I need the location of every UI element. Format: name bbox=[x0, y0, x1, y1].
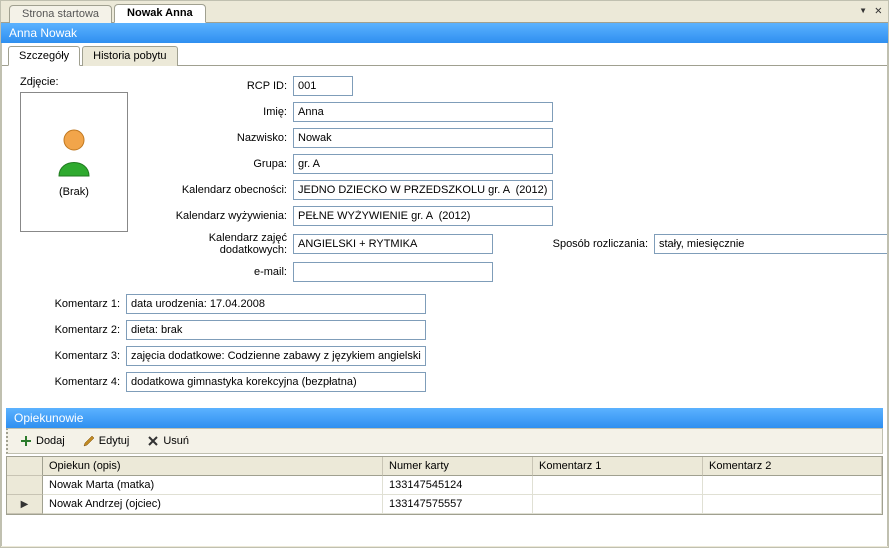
meals-calendar-label: Kalendarz wyżywienia: bbox=[152, 210, 287, 222]
last-name-label: Nazwisko: bbox=[152, 132, 287, 144]
cell-comment1 bbox=[533, 476, 703, 495]
pencil-icon bbox=[83, 435, 95, 447]
add-button[interactable]: Dodaj bbox=[16, 433, 69, 449]
guardians-header: Opiekunowie bbox=[6, 408, 883, 428]
extras-calendar-label: Kalendarz zajęć dodatkowych: bbox=[152, 232, 287, 256]
detail-tabs: Szczegóły Historia pobytu bbox=[2, 43, 887, 66]
email-input[interactable] bbox=[293, 262, 493, 282]
tab-start-page[interactable]: Strona startowa bbox=[9, 5, 112, 23]
group-label: Grupa: bbox=[152, 158, 287, 170]
comment1-label: Komentarz 1: bbox=[20, 298, 120, 310]
attendance-calendar-label: Kalendarz obecności: bbox=[152, 184, 287, 196]
table-row[interactable]: Nowak Marta (matka) 133147545124 bbox=[7, 476, 882, 495]
group-input[interactable] bbox=[293, 154, 553, 174]
tab-person[interactable]: Nowak Anna bbox=[114, 4, 206, 23]
cell-guardian: Nowak Marta (matka) bbox=[43, 476, 383, 495]
table-row[interactable]: ▶ Nowak Andrzej (ojciec) 133147575557 bbox=[7, 495, 882, 514]
comment3-label: Komentarz 3: bbox=[20, 350, 120, 362]
x-icon bbox=[147, 435, 159, 447]
delete-button-label: Usuń bbox=[163, 435, 189, 447]
comment2-input[interactable] bbox=[126, 320, 426, 340]
rcp-id-input[interactable] bbox=[293, 76, 353, 96]
window-controls: ▾ ✕ bbox=[860, 3, 882, 17]
add-button-label: Dodaj bbox=[36, 435, 65, 447]
edit-button-label: Edytuj bbox=[99, 435, 130, 447]
comment4-label: Komentarz 4: bbox=[20, 376, 120, 388]
last-name-input[interactable] bbox=[293, 128, 553, 148]
cell-comment2 bbox=[703, 476, 882, 495]
guardians-grid: Opiekun (opis) Numer karty Komentarz 1 K… bbox=[6, 456, 883, 515]
fields-column: RCP ID: Imię: Nazwisko: Grupa: bbox=[152, 76, 888, 288]
settlement-input[interactable] bbox=[654, 234, 888, 254]
delete-button[interactable]: Usuń bbox=[143, 433, 193, 449]
current-row-indicator-icon: ▶ bbox=[21, 499, 29, 510]
cell-comment2 bbox=[703, 495, 882, 514]
photo-placeholder-text: (Brak) bbox=[59, 186, 89, 198]
attendance-calendar-input[interactable] bbox=[293, 180, 553, 200]
photo-label: Zdjęcie: bbox=[20, 76, 128, 88]
comment1-input[interactable] bbox=[126, 294, 426, 314]
close-icon[interactable]: ✕ bbox=[875, 3, 882, 17]
col-header-comment2[interactable]: Komentarz 2 bbox=[703, 457, 882, 476]
guardians-toolbar: Dodaj Edytuj Usuń bbox=[6, 428, 883, 454]
plus-icon bbox=[20, 435, 32, 447]
comment4-input[interactable] bbox=[126, 372, 426, 392]
comment2-label: Komentarz 2: bbox=[20, 324, 120, 336]
extras-calendar-input[interactable] bbox=[293, 234, 493, 254]
edit-button[interactable]: Edytuj bbox=[79, 433, 134, 449]
minimize-icon[interactable]: ▾ bbox=[860, 3, 867, 17]
row-selector[interactable]: ▶ bbox=[7, 495, 43, 514]
settlement-label: Sposób rozliczania: bbox=[513, 238, 648, 250]
col-header-comment1[interactable]: Komentarz 1 bbox=[533, 457, 703, 476]
row-selector[interactable] bbox=[7, 476, 43, 495]
cell-card-number: 133147545124 bbox=[383, 476, 533, 495]
tab-details[interactable]: Szczegóły bbox=[8, 46, 80, 66]
photo-column: Zdjęcie: (Brak) bbox=[20, 76, 128, 288]
tab-history[interactable]: Historia pobytu bbox=[82, 46, 177, 66]
cell-card-number: 133147575557 bbox=[383, 495, 533, 514]
rcp-id-label: RCP ID: bbox=[152, 80, 287, 92]
comment3-input[interactable] bbox=[126, 346, 426, 366]
first-name-label: Imię: bbox=[152, 106, 287, 118]
meals-calendar-input[interactable] bbox=[293, 206, 553, 226]
details-form: Zdjęcie: (Brak) RCP ID: bbox=[2, 66, 887, 404]
first-name-input[interactable] bbox=[293, 102, 553, 122]
comments-block: Komentarz 1: Komentarz 2: Komentarz 3: K… bbox=[20, 294, 873, 392]
email-label: e-mail: bbox=[152, 266, 287, 278]
app-window: Strona startowa Nowak Anna ▾ ✕ Anna Nowa… bbox=[0, 0, 889, 548]
col-header-card-number[interactable]: Numer karty bbox=[383, 457, 533, 476]
person-icon bbox=[53, 126, 95, 178]
photo-placeholder[interactable]: (Brak) bbox=[20, 92, 128, 232]
cell-guardian: Nowak Andrzej (ojciec) bbox=[43, 495, 383, 514]
record-title-bar: Anna Nowak bbox=[1, 23, 888, 43]
grid-header-row: Opiekun (opis) Numer karty Komentarz 1 K… bbox=[7, 457, 882, 476]
window-tabs: Strona startowa Nowak Anna ▾ ✕ bbox=[1, 1, 888, 23]
grid-corner bbox=[7, 457, 43, 476]
content-area: Szczegóły Historia pobytu Zdjęcie: (Brak… bbox=[1, 43, 888, 546]
cell-comment1 bbox=[533, 495, 703, 514]
col-header-guardian[interactable]: Opiekun (opis) bbox=[43, 457, 383, 476]
